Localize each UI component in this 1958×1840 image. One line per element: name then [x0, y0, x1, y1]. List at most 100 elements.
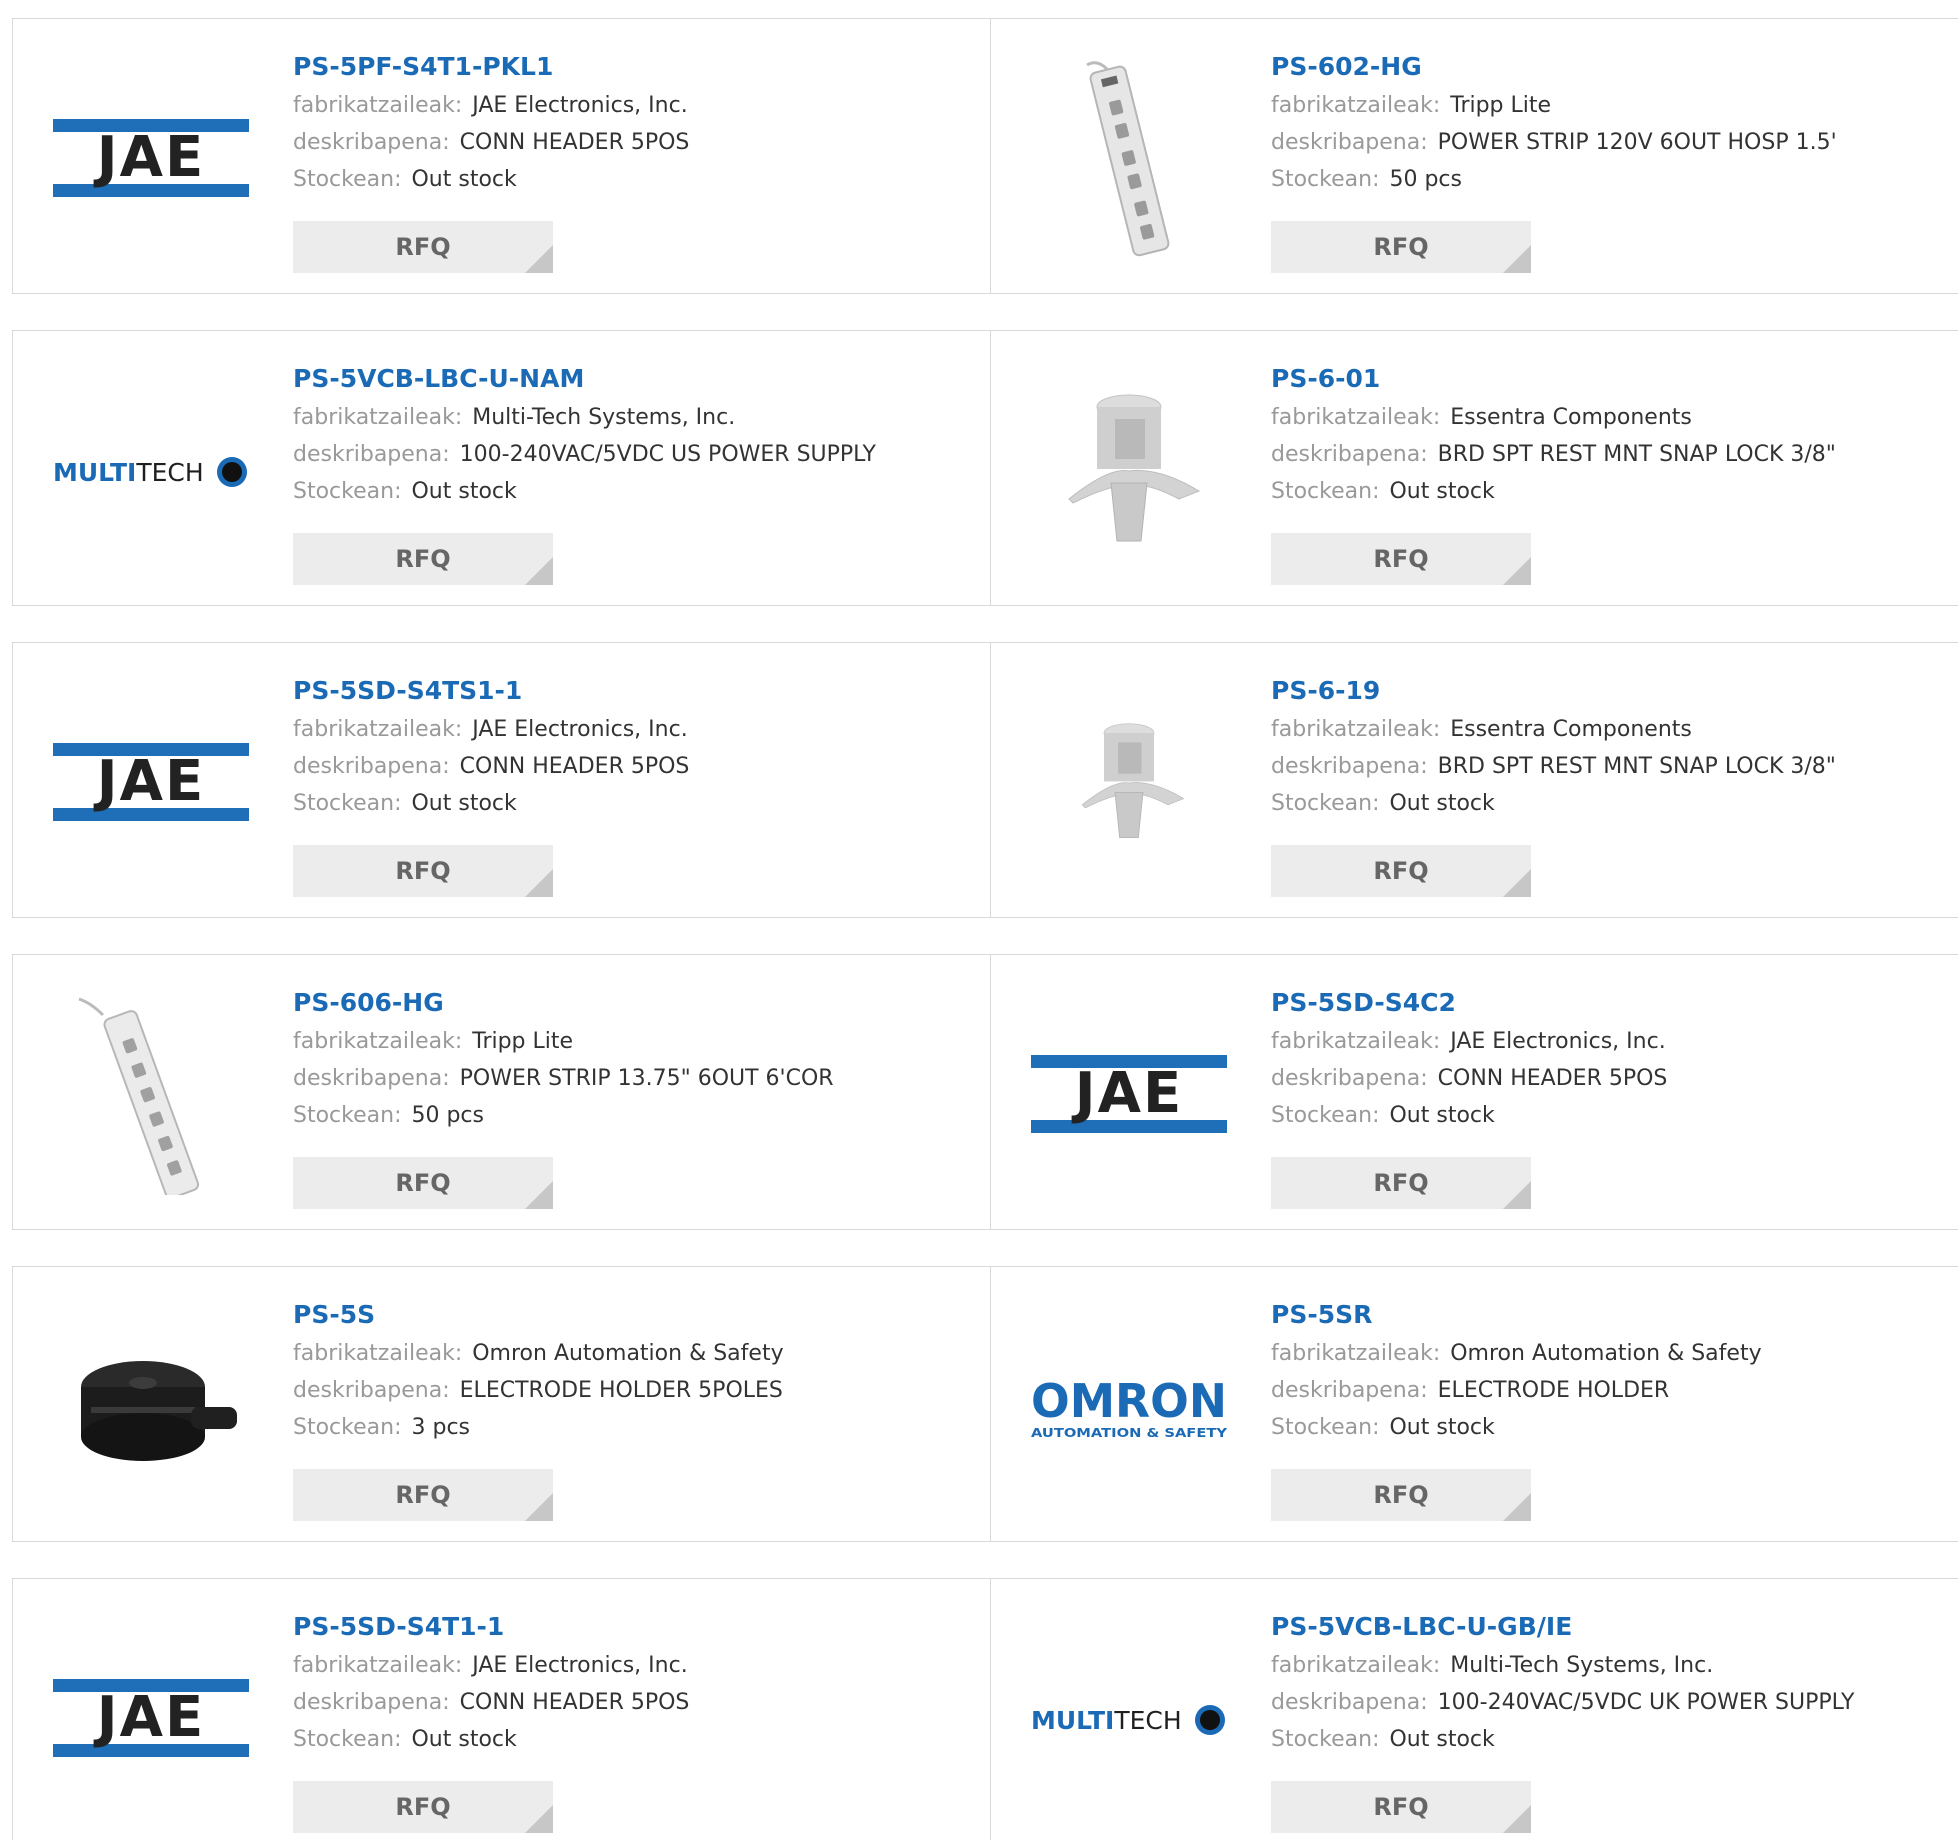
part-number-link[interactable]: PS-6-19	[1271, 671, 1958, 711]
rfq-button[interactable]: RFQ	[1271, 221, 1531, 273]
part-number-link[interactable]: PS-5S	[293, 1295, 990, 1335]
stock-label: Stockean:	[1271, 1415, 1380, 1440]
rfq-button[interactable]: RFQ	[293, 221, 553, 273]
manufacturer-row: fabrikatzaileak: Essentra Components	[1271, 399, 1958, 436]
rfq-label: RFQ	[1373, 1481, 1429, 1509]
jae-logo-icon: JAE	[1031, 1055, 1227, 1133]
stock-value: Out stock	[1389, 1415, 1495, 1440]
stock-row: Stockean: Out stock	[1271, 473, 1958, 510]
description-label: deskribapena:	[1271, 442, 1428, 467]
part-number-link[interactable]: PS-5SR	[1271, 1295, 1958, 1335]
rfq-button[interactable]: RFQ	[1271, 1781, 1531, 1833]
rfq-corner-decoration	[525, 557, 553, 585]
product-image[interactable]: JAE	[1029, 995, 1229, 1195]
description-value: ELECTRODE HOLDER	[1437, 1378, 1670, 1403]
manufacturer-label: fabrikatzaileak:	[1271, 405, 1441, 430]
product-card: JAE PS-5PF-S4T1-PKL1 fabrikatzaileak: JAE…	[12, 18, 991, 294]
description-label: deskribapena:	[293, 754, 450, 779]
part-number-link[interactable]: PS-5SD-S4C2	[1271, 983, 1958, 1023]
product-info: PS-5VCB-LBC-U-NAM fabrikatzaileak: Multi-…	[293, 359, 990, 510]
svg-text:AUTOMATION & SAFETY: AUTOMATION & SAFETY	[1031, 1426, 1227, 1440]
product-image[interactable]: MULTITECH	[1029, 1619, 1229, 1819]
description-value: BRD SPT REST MNT SNAP LOCK 3/8"	[1437, 442, 1836, 467]
manufacturer-label: fabrikatzaileak:	[1271, 1341, 1441, 1366]
snap-lock-support-icon	[1081, 723, 1185, 838]
rfq-button[interactable]: RFQ	[293, 1781, 553, 1833]
description-row: deskribapena: 100-240VAC/5VDC UK POWER SU…	[1271, 1684, 1958, 1721]
manufacturer-value: JAE Electronics, Inc.	[472, 1653, 688, 1678]
part-number-link[interactable]: PS-5SD-S4T1-1	[293, 1607, 990, 1647]
stock-value: Out stock	[411, 167, 517, 192]
rfq-corner-decoration	[525, 869, 553, 897]
manufacturer-value: Tripp Lite	[472, 1029, 574, 1054]
rfq-label: RFQ	[395, 1481, 451, 1509]
product-image[interactable]: JAE	[51, 1619, 251, 1819]
product-image[interactable]	[51, 1307, 251, 1507]
rfq-button[interactable]: RFQ	[1271, 533, 1531, 585]
part-number-link[interactable]: PS-5VCB-LBC-U-GB/IE	[1271, 1607, 1958, 1647]
part-number-link[interactable]: PS-5PF-S4T1-PKL1	[293, 47, 990, 87]
description-label: deskribapena:	[293, 130, 450, 155]
rfq-button[interactable]: RFQ	[293, 533, 553, 585]
manufacturer-row: fabrikatzaileak: Multi-Tech Systems, Inc.	[293, 399, 990, 436]
product-image[interactable]: JAE	[51, 59, 251, 259]
rfq-button[interactable]: RFQ	[1271, 1469, 1531, 1521]
rfq-button[interactable]: RFQ	[1271, 845, 1531, 897]
part-number-link[interactable]: PS-602-HG	[1271, 47, 1958, 87]
stock-value: Out stock	[1389, 479, 1495, 504]
rfq-label: RFQ	[1373, 857, 1429, 885]
stock-row: Stockean: Out stock	[293, 1721, 990, 1758]
manufacturer-value: Omron Automation & Safety	[472, 1341, 784, 1366]
stock-label: Stockean:	[1271, 1727, 1380, 1752]
description-row: deskribapena: CONN HEADER 5POS	[293, 124, 990, 161]
product-card: OMRON AUTOMATION & SAFETY PS-5SR fabrika…	[990, 1266, 1958, 1542]
part-number-link[interactable]: PS-606-HG	[293, 983, 990, 1023]
product-image[interactable]	[51, 995, 251, 1195]
svg-text:MULTITECH: MULTITECH	[1031, 1706, 1182, 1735]
product-image[interactable]: JAE	[51, 683, 251, 883]
description-value: POWER STRIP 13.75" 6OUT 6'COR	[459, 1066, 834, 1091]
product-image[interactable]	[1029, 59, 1229, 259]
manufacturer-row: fabrikatzaileak: JAE Electronics, Inc.	[293, 1647, 990, 1684]
stock-value: Out stock	[411, 791, 517, 816]
product-info: PS-602-HG fabrikatzaileak: Tripp Lite des…	[1271, 47, 1958, 198]
part-number-link[interactable]: PS-5SD-S4TS1-1	[293, 671, 990, 711]
rfq-label: RFQ	[1373, 233, 1429, 261]
stock-row: Stockean: Out stock	[1271, 1721, 1958, 1758]
description-row: deskribapena: POWER STRIP 13.75" 6OUT 6'C…	[293, 1060, 990, 1097]
rfq-corner-decoration	[1503, 1805, 1531, 1833]
product-image[interactable]: OMRON AUTOMATION & SAFETY	[1029, 1307, 1229, 1507]
description-value: CONN HEADER 5POS	[1437, 1066, 1668, 1091]
rfq-corner-decoration	[1503, 1181, 1531, 1209]
manufacturer-row: fabrikatzaileak: JAE Electronics, Inc.	[293, 711, 990, 748]
rfq-button[interactable]: RFQ	[293, 845, 553, 897]
rfq-button[interactable]: RFQ	[293, 1469, 553, 1521]
rfq-button[interactable]: RFQ	[1271, 1157, 1531, 1209]
product-image[interactable]	[1029, 371, 1229, 571]
product-card: PS-602-HG fabrikatzaileak: Tripp Lite des…	[990, 18, 1958, 294]
stock-value: 50 pcs	[411, 1103, 484, 1128]
stock-label: Stockean:	[293, 1415, 402, 1440]
manufacturer-value: Multi-Tech Systems, Inc.	[1450, 1653, 1714, 1678]
rfq-corner-decoration	[525, 1805, 553, 1833]
svg-text:JAE: JAE	[93, 125, 205, 190]
description-label: deskribapena:	[1271, 1378, 1428, 1403]
rfq-label: RFQ	[1373, 1169, 1429, 1197]
stock-row: Stockean: Out stock	[1271, 785, 1958, 822]
rfq-button[interactable]: RFQ	[293, 1157, 553, 1209]
manufacturer-row: fabrikatzaileak: Essentra Components	[1271, 711, 1958, 748]
manufacturer-label: fabrikatzaileak:	[293, 1029, 463, 1054]
description-row: deskribapena: BRD SPT REST MNT SNAP LOCK …	[1271, 748, 1958, 785]
description-label: deskribapena:	[293, 1690, 450, 1715]
description-value: 100-240VAC/5VDC UK POWER SUPPLY	[1437, 1690, 1855, 1715]
product-row: JAE PS-5PF-S4T1-PKL1 fabrikatzaileak: JAE…	[12, 18, 1958, 294]
manufacturer-row: fabrikatzaileak: JAE Electronics, Inc.	[1271, 1023, 1958, 1060]
product-info: PS-6-19 fabrikatzaileak: Essentra Compone…	[1271, 671, 1958, 822]
part-number-link[interactable]: PS-5VCB-LBC-U-NAM	[293, 359, 990, 399]
product-image[interactable]: MULTITECH	[51, 371, 251, 571]
part-number-link[interactable]: PS-6-01	[1271, 359, 1958, 399]
rfq-label: RFQ	[395, 233, 451, 261]
product-image[interactable]	[1029, 683, 1229, 883]
description-value: CONN HEADER 5POS	[459, 754, 690, 779]
description-row: deskribapena: 100-240VAC/5VDC US POWER SU…	[293, 436, 990, 473]
